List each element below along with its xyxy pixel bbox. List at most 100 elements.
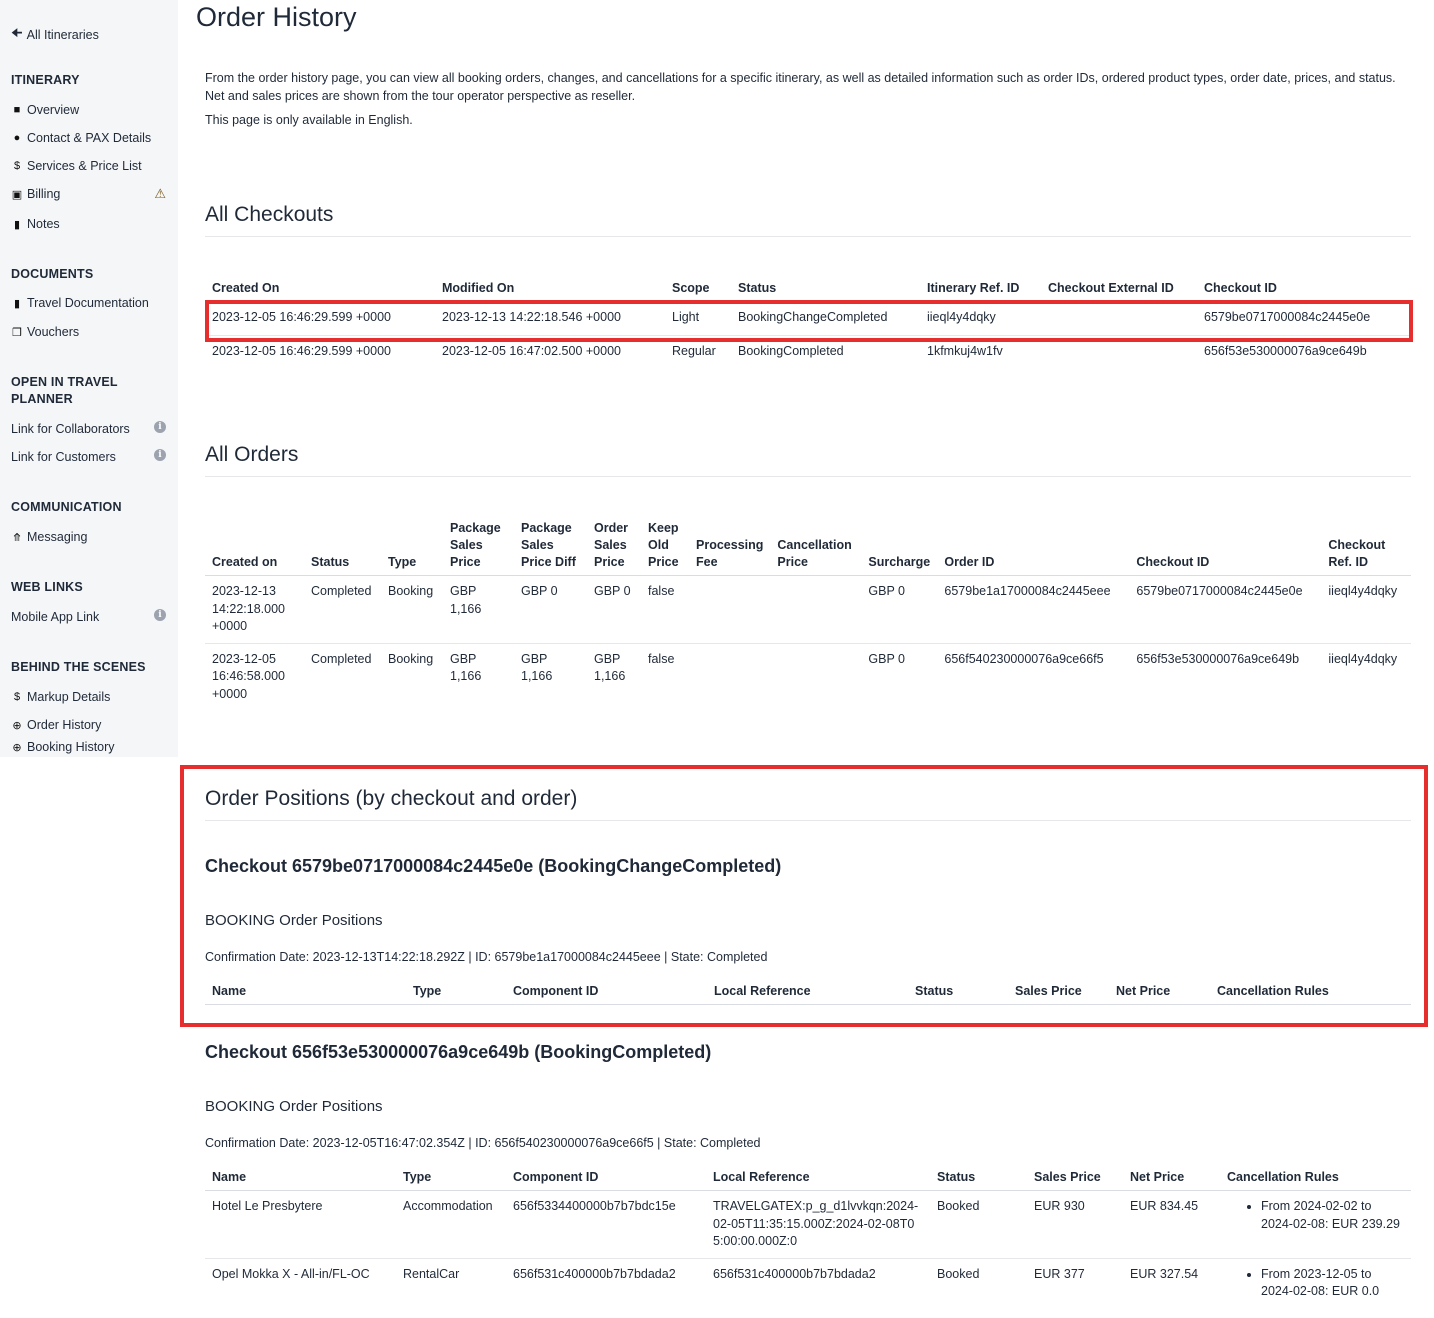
sidebar-item-order-history[interactable]: ⊕ Order History	[11, 718, 166, 732]
sidebar-item-mobile-app-link[interactable]: Mobile App Link i	[11, 609, 166, 624]
table-row: 2023-12-05 16:46:29.599 +0000 2023-12-13…	[205, 301, 1411, 336]
col-surcharge: Surcharge	[861, 520, 938, 576]
cell: 656f531c400000b7b7bdada2	[513, 1266, 676, 1281]
sidebar-item-services-price-list[interactable]: $ Services & Price List	[11, 159, 166, 173]
col-name: Name	[205, 983, 406, 1005]
cell: 2023-12-05 16:46:29.599 +0000	[212, 344, 391, 358]
sidebar-item-booking-history[interactable]: ⊕ Booking History	[11, 740, 166, 754]
col-name: Name	[205, 1169, 396, 1191]
cell	[1041, 336, 1197, 368]
search-plus-icon: ⊕	[12, 741, 22, 754]
col-type: Type	[396, 1169, 506, 1191]
sidebar: 🠈 All Itineraries ITINERARY ■ Overview ● C…	[0, 0, 178, 757]
sidebar-item-notes[interactable]: ▮ Notes	[11, 217, 166, 231]
cell: Booked	[937, 1266, 980, 1281]
cell	[770, 643, 861, 710]
positions-header-row: Name Type Component ID Local Reference S…	[205, 1169, 1411, 1191]
sidebar-item-contact-pax[interactable]: ● Contact & PAX Details	[11, 131, 166, 145]
sidebar-item-travel-documentation[interactable]: ▮ Travel Documentation	[11, 296, 166, 310]
col-local-reference: Local Reference	[706, 1169, 930, 1191]
arrow-left-icon: 🠈	[11, 26, 23, 40]
cell: From 2023-12-05 to 2024-02-08: EUR 0.0	[1220, 1258, 1411, 1308]
sidebar-item-overview[interactable]: ■ Overview	[11, 103, 166, 117]
checkout-1-confirmation: Confirmation Date: 2023-12-13T14:22:18.2…	[205, 950, 768, 964]
folder-icon: ■	[13, 104, 21, 116]
sidebar-section-travel-planner: OPEN IN TRAVEL PLANNER	[11, 375, 118, 406]
cell: 6579be0717000084c2445e0e	[1197, 301, 1411, 336]
col-itinerary-ref-id: Itinerary Ref. ID	[920, 280, 1041, 302]
info-icon[interactable]: i	[154, 421, 166, 433]
cell: GBP 0	[868, 651, 905, 666]
cell: Hotel Le Presbytere	[205, 1190, 396, 1259]
credit-card-icon: ▣	[11, 188, 23, 201]
sidebar-item-link-collaborators[interactable]: Link for Collaborators i	[11, 421, 166, 436]
col-type: Type	[381, 520, 443, 576]
cell: EUR 327.54	[1130, 1266, 1199, 1281]
col-component-id: Component ID	[506, 1169, 706, 1191]
cell: Opel Mokka X - All-in/FL-OC	[212, 1266, 370, 1281]
cell: 656f5334400000b7b7bdc15e	[506, 1190, 706, 1259]
cell: 2023-12-05 16:46:58.000 +0000	[212, 651, 285, 701]
cancellation-rules-list: From 2023-12-05 to 2024-02-08: EUR 0.0	[1227, 1266, 1404, 1301]
cell: EUR 834.45	[1123, 1190, 1220, 1259]
cell: 6579be1a17000084c2445eee	[937, 575, 1130, 644]
cancellation-rules-list: From 2024-02-02 to 2024-02-08: EUR 239.2…	[1227, 1198, 1404, 1233]
cell: Booked	[930, 1190, 1027, 1259]
cell	[1041, 301, 1197, 336]
col-checkout-ref-id: Checkout Ref. ID	[1321, 520, 1411, 576]
cell: iieql4y4dqky	[1328, 651, 1398, 666]
col-status: Status	[304, 520, 381, 576]
cell: BookingCompleted	[738, 344, 844, 358]
cell: 656f540230000076a9ce66f5	[944, 651, 1104, 666]
table-row: Opel Mokka X - All-in/FL-OC RentalCar 65…	[205, 1258, 1411, 1308]
col-created-on: Created On	[205, 280, 435, 302]
sidebar-item-markup-details[interactable]: $ Markup Details	[11, 690, 166, 704]
cell: iieql4y4dqky	[1321, 575, 1411, 644]
sidebar-item-vouchers[interactable]: ❒ Vouchers	[11, 325, 166, 339]
sidebar-section-documents: DOCUMENTS	[11, 267, 94, 281]
checkout-2-positions-table: Name Type Component ID Local Reference S…	[205, 1169, 1411, 1308]
col-net-price: Net Price	[1123, 1169, 1220, 1191]
cell: 2023-12-05 16:46:29.599 +0000	[205, 301, 435, 336]
cell: EUR 377	[1034, 1266, 1085, 1281]
col-processing-fee: Processing Fee	[689, 520, 771, 576]
cell: 6579be0717000084c2445e0e	[1129, 575, 1322, 644]
search-plus-icon: ⊕	[12, 719, 22, 732]
col-checkout-id: Checkout ID	[1197, 280, 1411, 302]
col-package-sales-price-diff: Package Sales Price Diff	[514, 520, 587, 576]
col-order-sales-price: Order Sales Price	[587, 520, 641, 576]
col-sales-price: Sales Price	[1008, 983, 1109, 1005]
cell: iieql4y4dqky	[920, 301, 1041, 336]
cell: GBP 1,166	[521, 651, 553, 684]
info-icon[interactable]: i	[154, 609, 166, 621]
col-sales-price: Sales Price	[1027, 1169, 1123, 1191]
col-type: Type	[406, 983, 506, 1005]
cell: false	[648, 651, 675, 666]
orders-header-row: Created on Status Type Package Sales Pri…	[205, 520, 1411, 576]
cell: Accommodation	[396, 1190, 506, 1259]
info-icon[interactable]: i	[154, 449, 166, 461]
sidebar-item-billing[interactable]: ▣ Billing ⚠	[11, 186, 166, 201]
back-to-itineraries-link[interactable]: 🠈 All Itineraries	[11, 24, 99, 45]
order-positions-heading: Order Positions (by checkout and order)	[205, 787, 1411, 821]
checkouts-header-row: Created On Modified On Scope Status Itin…	[205, 280, 1411, 302]
sidebar-section-web-links: WEB LINKS	[11, 580, 83, 594]
cell: Booking	[388, 651, 434, 666]
col-cancellation-rules: Cancellation Rules	[1220, 1169, 1411, 1191]
sidebar-item-messaging[interactable]: ⤊ Messaging	[11, 530, 166, 544]
cell: 656f53e530000076a9ce649b	[1136, 651, 1300, 666]
page-intro: From the order history page, you can vie…	[205, 71, 1396, 103]
col-keep-old-price: Keep Old Price	[641, 520, 689, 576]
cell: RentalCar	[403, 1266, 460, 1281]
dollar-icon: $	[13, 691, 21, 703]
sidebar-item-link-customers[interactable]: Link for Customers i	[11, 449, 166, 464]
col-modified-on: Modified On	[435, 280, 665, 302]
col-created-on: Created on	[205, 520, 304, 576]
cell: GBP 1,166	[443, 575, 514, 644]
sidebar-section-communication: COMMUNICATION	[11, 500, 122, 514]
cell: EUR 930	[1027, 1190, 1123, 1259]
page-intro-language-note: This page is only available in English.	[205, 113, 413, 127]
cell: GBP 0	[861, 575, 938, 644]
orders-table: Created on Status Type Package Sales Pri…	[205, 520, 1411, 710]
cell: From 2024-02-02 to 2024-02-08: EUR 239.2…	[1220, 1190, 1411, 1259]
